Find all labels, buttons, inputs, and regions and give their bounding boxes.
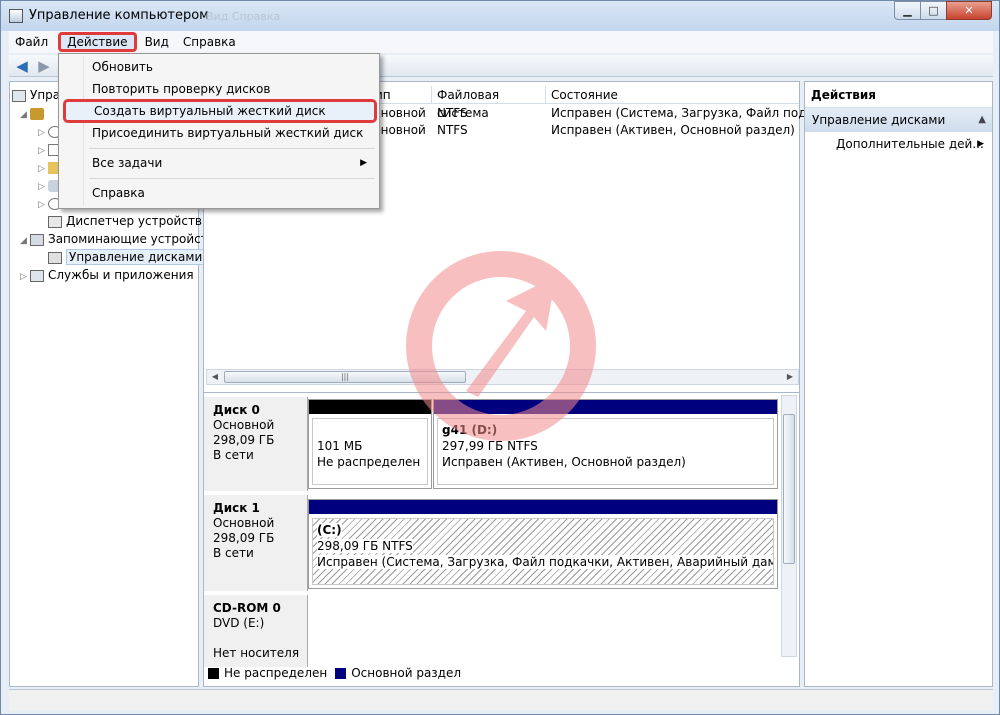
window-title: Управление компьютером — [29, 8, 209, 23]
computer-icon — [12, 89, 26, 102]
back-arrow-icon[interactable]: ◀ — [13, 57, 31, 75]
title-bar: Управление компьютером Вид Справка ▁ □ ✕ — [1, 1, 999, 31]
column-filesystem[interactable]: Файловая система — [431, 86, 545, 120]
disk-0-info[interactable]: Диск 0 Основной 298,09 ГБ В сети — [204, 397, 308, 491]
menu-item-all-tasks[interactable]: Все задачи ▶ — [61, 153, 377, 173]
tree-storage[interactable]: ◢ Запоминающие устройст — [20, 230, 208, 248]
menu-item-refresh[interactable]: Обновить — [61, 57, 377, 77]
menu-view[interactable]: Вид — [139, 32, 175, 52]
submenu-arrow-icon: ▶ — [977, 139, 984, 149]
tree-disk-management[interactable]: Управление дисками — [48, 248, 206, 266]
forward-arrow-icon[interactable]: ▶ — [35, 57, 53, 75]
menu-item-rescan-disks[interactable]: Повторить проверку дисков — [61, 79, 377, 99]
unallocated-swatch — [208, 667, 219, 679]
action-menu: Обновить Повторить проверку дисков Созда… — [58, 53, 380, 209]
expand-icon[interactable]: ◢ — [20, 106, 30, 124]
actions-section-disk-management[interactable]: Управление дисками ▲ — [805, 108, 992, 132]
computer-management-icon — [9, 9, 23, 23]
partition-c[interactable]: (C:) 298,09 ГБ NTFS Исправен (Система, З… — [308, 499, 778, 589]
menu-help[interactable]: Справка — [177, 32, 242, 52]
scroll-right-icon[interactable]: ▶ — [783, 370, 797, 384]
primary-swatch — [335, 667, 347, 679]
tree-system-tools[interactable]: ◢ — [20, 104, 48, 122]
tree-services[interactable]: ▷ Службы и приложения — [20, 266, 194, 284]
actions-header: Действия — [805, 82, 992, 108]
collapse-icon[interactable]: ▲ — [978, 108, 986, 132]
disk-map: Диск 0 Основной 298,09 ГБ В сети 101 МБ … — [204, 392, 799, 686]
ghost-menu-text: Вид Справка — [206, 10, 281, 23]
expand-icon[interactable]: ▷ — [38, 196, 48, 214]
expand-icon[interactable]: ▷ — [20, 268, 30, 286]
app-window: Управление компьютером Вид Справка ▁ □ ✕… — [0, 0, 1000, 715]
minimize-button[interactable]: ▁ — [894, 1, 921, 20]
menu-bar: Файл Действие Вид Справка — [9, 31, 993, 53]
tree-root[interactable]: Упра — [12, 86, 60, 104]
storage-icon — [30, 233, 44, 246]
menu-file[interactable]: Файл — [9, 32, 54, 52]
menu-item-attach-vhd[interactable]: Присоединить виртуальный жесткий диск — [61, 123, 377, 143]
disk-name: Диск 0 — [213, 403, 260, 417]
status-bar — [9, 689, 993, 711]
services-icon — [30, 269, 44, 282]
expand-icon[interactable]: ◢ — [20, 232, 30, 250]
submenu-arrow-icon: ▶ — [360, 158, 367, 168]
more-actions[interactable]: Дополнительные дей... ▶ — [805, 132, 992, 156]
disk-1-info[interactable]: Диск 1 Основной 298,09 ГБ В сети — [204, 495, 308, 591]
vertical-scrollbar[interactable] — [781, 395, 797, 657]
partition-d[interactable]: g41 (D:) 297,99 ГБ NTFS Исправен (Активе… — [433, 399, 778, 489]
cdrom-0-info[interactable]: CD-ROM 0 DVD (E:) Нет носителя — [204, 595, 308, 667]
disk-management-icon — [48, 251, 62, 264]
tree-device-manager[interactable]: Диспетчер устройств — [48, 212, 202, 230]
device-manager-icon — [48, 215, 62, 228]
close-button[interactable]: ✕ — [946, 1, 992, 20]
scroll-left-icon[interactable]: ◀ — [208, 370, 222, 384]
disk-legend: Не распределен Основной раздел — [208, 664, 461, 682]
menu-item-create-vhd[interactable]: Создать виртуальный жесткий диск — [63, 99, 377, 123]
column-status[interactable]: Состояние — [545, 86, 799, 104]
horizontal-scrollbar[interactable]: ◀ ||| ▶ — [206, 369, 799, 385]
actions-pane: Действия Управление дисками ▲ Дополнител… — [804, 81, 993, 687]
menu-item-help[interactable]: Справка — [61, 183, 377, 203]
partition-unallocated[interactable]: 101 МБ Не распределен — [308, 399, 432, 489]
maximize-button[interactable]: □ — [920, 1, 947, 20]
scroll-thumb[interactable]: ||| — [224, 371, 466, 383]
tools-icon — [30, 107, 44, 120]
menu-action[interactable]: Действие — [58, 32, 137, 52]
scroll-thumb[interactable] — [783, 414, 795, 564]
